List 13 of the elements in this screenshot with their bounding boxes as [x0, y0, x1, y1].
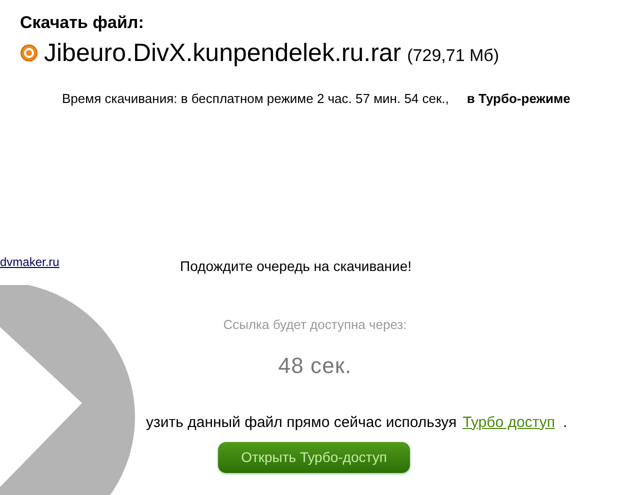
- period-text: .: [562, 412, 568, 432]
- turbo-link[interactable]: Турбо доступ: [462, 412, 555, 434]
- file-size: (729,71 Мб): [407, 45, 500, 67]
- queue-message: Подождите очередь на скачивание!: [180, 257, 412, 276]
- turbo-offer-text: узить данный файл прямо сейчас используя: [146, 412, 457, 432]
- download-time-text: Время скачивания: в бесплатном режиме 2 час. 57 мин. 54 сек.,: [62, 90, 449, 108]
- turbo-mode-text: в Турбо-режиме: [466, 90, 570, 108]
- site-link[interactable]: dvmaker.ru: [0, 253, 180, 277]
- countdown-value: 48 сек.: [278, 352, 352, 380]
- file-name: Jibeuro.DivX.kunpendelek.ru.rar: [44, 38, 402, 68]
- countdown-label: Ссылка будет доступна через:: [223, 316, 407, 334]
- section-title: Скачать файл:: [20, 12, 145, 34]
- turbo-access-button[interactable]: Открыть Турбо-доступ: [218, 442, 410, 473]
